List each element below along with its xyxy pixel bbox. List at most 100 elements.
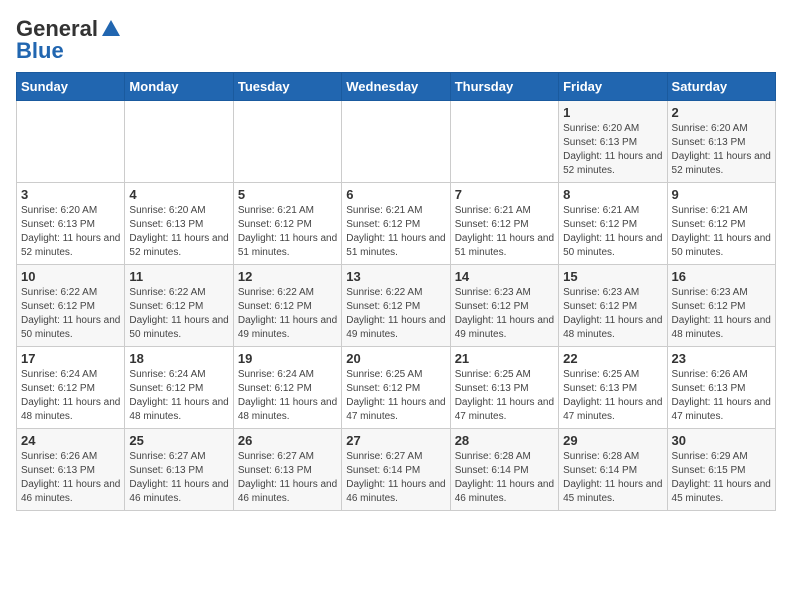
- day-number: 16: [672, 269, 771, 284]
- calendar-cell: 19 Sunrise: 6:24 AM Sunset: 6:12 PM Dayli…: [233, 347, 341, 429]
- day-info: Sunrise: 6:20 AM Sunset: 6:13 PM Dayligh…: [129, 204, 228, 260]
- week-row-1: 1 Sunrise: 6:20 AM Sunset: 6:13 PM Daylig…: [17, 101, 776, 183]
- day-number: 24: [21, 433, 120, 448]
- weekday-header-row: SundayMondayTuesdayWednesdayThursdayFrid…: [17, 73, 776, 101]
- day-number: 27: [346, 433, 445, 448]
- day-info: Sunrise: 6:21 AM Sunset: 6:12 PM Dayligh…: [563, 204, 662, 260]
- calendar-cell: 4 Sunrise: 6:20 AM Sunset: 6:13 PM Daylig…: [125, 183, 233, 265]
- day-number: 28: [455, 433, 554, 448]
- day-info: Sunrise: 6:27 AM Sunset: 6:13 PM Dayligh…: [238, 450, 337, 506]
- day-number: 29: [563, 433, 662, 448]
- day-number: 30: [672, 433, 771, 448]
- day-info: Sunrise: 6:20 AM Sunset: 6:13 PM Dayligh…: [563, 122, 662, 178]
- day-number: 1: [563, 105, 662, 120]
- logo-blue-text: Blue: [16, 38, 64, 64]
- day-info: Sunrise: 6:27 AM Sunset: 6:13 PM Dayligh…: [129, 450, 228, 506]
- day-info: Sunrise: 6:25 AM Sunset: 6:13 PM Dayligh…: [455, 368, 554, 424]
- day-number: 2: [672, 105, 771, 120]
- calendar-cell: 13 Sunrise: 6:22 AM Sunset: 6:12 PM Dayli…: [342, 265, 450, 347]
- calendar-cell: [233, 101, 341, 183]
- day-number: 20: [346, 351, 445, 366]
- day-number: 25: [129, 433, 228, 448]
- day-number: 18: [129, 351, 228, 366]
- calendar-cell: 10 Sunrise: 6:22 AM Sunset: 6:12 PM Dayli…: [17, 265, 125, 347]
- calendar-cell: 23 Sunrise: 6:26 AM Sunset: 6:13 PM Dayli…: [667, 347, 775, 429]
- day-number: 10: [21, 269, 120, 284]
- calendar-cell: 9 Sunrise: 6:21 AM Sunset: 6:12 PM Daylig…: [667, 183, 775, 265]
- weekday-header-sunday: Sunday: [17, 73, 125, 101]
- day-info: Sunrise: 6:23 AM Sunset: 6:12 PM Dayligh…: [563, 286, 662, 342]
- day-info: Sunrise: 6:22 AM Sunset: 6:12 PM Dayligh…: [129, 286, 228, 342]
- day-number: 12: [238, 269, 337, 284]
- calendar-cell: 2 Sunrise: 6:20 AM Sunset: 6:13 PM Daylig…: [667, 101, 775, 183]
- day-number: 13: [346, 269, 445, 284]
- day-info: Sunrise: 6:23 AM Sunset: 6:12 PM Dayligh…: [455, 286, 554, 342]
- calendar-cell: 17Sunrise: 6:24 AM Sunset: 6:12 PM Dayli…: [17, 347, 125, 429]
- calendar-cell: 28 Sunrise: 6:28 AM Sunset: 6:14 PM Dayli…: [450, 429, 558, 511]
- calendar-table: SundayMondayTuesdayWednesdayThursdayFrid…: [16, 72, 776, 511]
- day-info: Sunrise: 6:22 AM Sunset: 6:12 PM Dayligh…: [346, 286, 445, 342]
- day-number: 11: [129, 269, 228, 284]
- week-row-5: 24Sunrise: 6:26 AM Sunset: 6:13 PM Dayli…: [17, 429, 776, 511]
- day-info: Sunrise: 6:20 AM Sunset: 6:13 PM Dayligh…: [21, 204, 120, 260]
- calendar-cell: [342, 101, 450, 183]
- day-number: 23: [672, 351, 771, 366]
- day-number: 22: [563, 351, 662, 366]
- calendar-cell: 5Sunrise: 6:21 AM Sunset: 6:12 PM Daylig…: [233, 183, 341, 265]
- calendar-cell: 29 Sunrise: 6:28 AM Sunset: 6:14 PM Dayli…: [559, 429, 667, 511]
- day-info: Sunrise: 6:25 AM Sunset: 6:12 PM Dayligh…: [346, 368, 445, 424]
- day-info: Sunrise: 6:29 AM Sunset: 6:15 PM Dayligh…: [672, 450, 771, 506]
- weekday-header-monday: Monday: [125, 73, 233, 101]
- day-number: 3: [21, 187, 120, 202]
- calendar-cell: 12 Sunrise: 6:22 AM Sunset: 6:12 PM Dayli…: [233, 265, 341, 347]
- day-info: Sunrise: 6:28 AM Sunset: 6:14 PM Dayligh…: [455, 450, 554, 506]
- day-info: Sunrise: 6:25 AM Sunset: 6:13 PM Dayligh…: [563, 368, 662, 424]
- day-number: 4: [129, 187, 228, 202]
- weekday-header-wednesday: Wednesday: [342, 73, 450, 101]
- day-number: 9: [672, 187, 771, 202]
- day-info: Sunrise: 6:21 AM Sunset: 6:12 PM Dayligh…: [238, 204, 337, 260]
- page-header: General Blue: [16, 16, 776, 64]
- weekday-header-friday: Friday: [559, 73, 667, 101]
- day-info: Sunrise: 6:23 AM Sunset: 6:12 PM Dayligh…: [672, 286, 771, 342]
- day-number: 6: [346, 187, 445, 202]
- week-row-3: 10 Sunrise: 6:22 AM Sunset: 6:12 PM Dayli…: [17, 265, 776, 347]
- calendar-cell: 7Sunrise: 6:21 AM Sunset: 6:12 PM Daylig…: [450, 183, 558, 265]
- week-row-4: 17 Sunrise: 6:24 AM Sunset: 6:12 PM Dayli…: [17, 347, 776, 429]
- day-number: 26: [238, 433, 337, 448]
- day-info: Sunrise: 6:28 AM Sunset: 6:14 PM Dayligh…: [563, 450, 662, 506]
- calendar-cell: 25 Sunrise: 6:27 AM Sunset: 6:13 PM Dayli…: [125, 429, 233, 511]
- logo: General Blue: [16, 16, 122, 64]
- day-info: Sunrise: 6:24 AM Sunset: 6:12 PM Dayligh…: [238, 368, 337, 424]
- day-info: Sunrise: 6:22 AM Sunset: 6:12 PM Dayligh…: [21, 286, 120, 342]
- day-number: 21: [455, 351, 554, 366]
- day-info: Sunrise: 6:27 AM Sunset: 6:14 PM Dayligh…: [346, 450, 445, 506]
- day-number: 7: [455, 187, 554, 202]
- calendar-cell: 26 Sunrise: 6:27 AM Sunset: 6:13 PM Dayli…: [233, 429, 341, 511]
- calendar-cell: 16 Sunrise: 6:23 AM Sunset: 6:12 PM Dayli…: [667, 265, 775, 347]
- day-info: Sunrise: 6:20 AM Sunset: 6:13 PM Dayligh…: [672, 122, 771, 178]
- calendar-cell: 3 Sunrise: 6:20 AM Sunset: 6:13 PM Daylig…: [17, 183, 125, 265]
- day-info: Sunrise: 6:24 AM Sunset: 6:12 PM Dayligh…: [129, 368, 228, 424]
- calendar-cell: 27 Sunrise: 6:27 AM Sunset: 6:14 PM Dayli…: [342, 429, 450, 511]
- weekday-header-thursday: Thursday: [450, 73, 558, 101]
- calendar-cell: 15Sunrise: 6:23 AM Sunset: 6:12 PM Dayli…: [559, 265, 667, 347]
- week-row-2: 3 Sunrise: 6:20 AM Sunset: 6:13 PM Daylig…: [17, 183, 776, 265]
- calendar-cell: [17, 101, 125, 183]
- calendar-cell: 30 Sunrise: 6:29 AM Sunset: 6:15 PM Dayli…: [667, 429, 775, 511]
- day-info: Sunrise: 6:26 AM Sunset: 6:13 PM Dayligh…: [672, 368, 771, 424]
- day-info: Sunrise: 6:21 AM Sunset: 6:12 PM Dayligh…: [672, 204, 771, 260]
- calendar-cell: 8 Sunrise: 6:21 AM Sunset: 6:12 PM Daylig…: [559, 183, 667, 265]
- day-number: 8: [563, 187, 662, 202]
- calendar-cell: [450, 101, 558, 183]
- weekday-header-saturday: Saturday: [667, 73, 775, 101]
- day-number: 17: [21, 351, 120, 366]
- day-info: Sunrise: 6:22 AM Sunset: 6:12 PM Dayligh…: [238, 286, 337, 342]
- day-info: Sunrise: 6:21 AM Sunset: 6:12 PM Dayligh…: [346, 204, 445, 260]
- calendar-cell: 18 Sunrise: 6:24 AM Sunset: 6:12 PM Dayli…: [125, 347, 233, 429]
- logo-icon: [100, 18, 122, 40]
- day-number: 14: [455, 269, 554, 284]
- calendar-cell: 14 Sunrise: 6:23 AM Sunset: 6:12 PM Dayli…: [450, 265, 558, 347]
- day-number: 19: [238, 351, 337, 366]
- calendar-cell: 6 Sunrise: 6:21 AM Sunset: 6:12 PM Daylig…: [342, 183, 450, 265]
